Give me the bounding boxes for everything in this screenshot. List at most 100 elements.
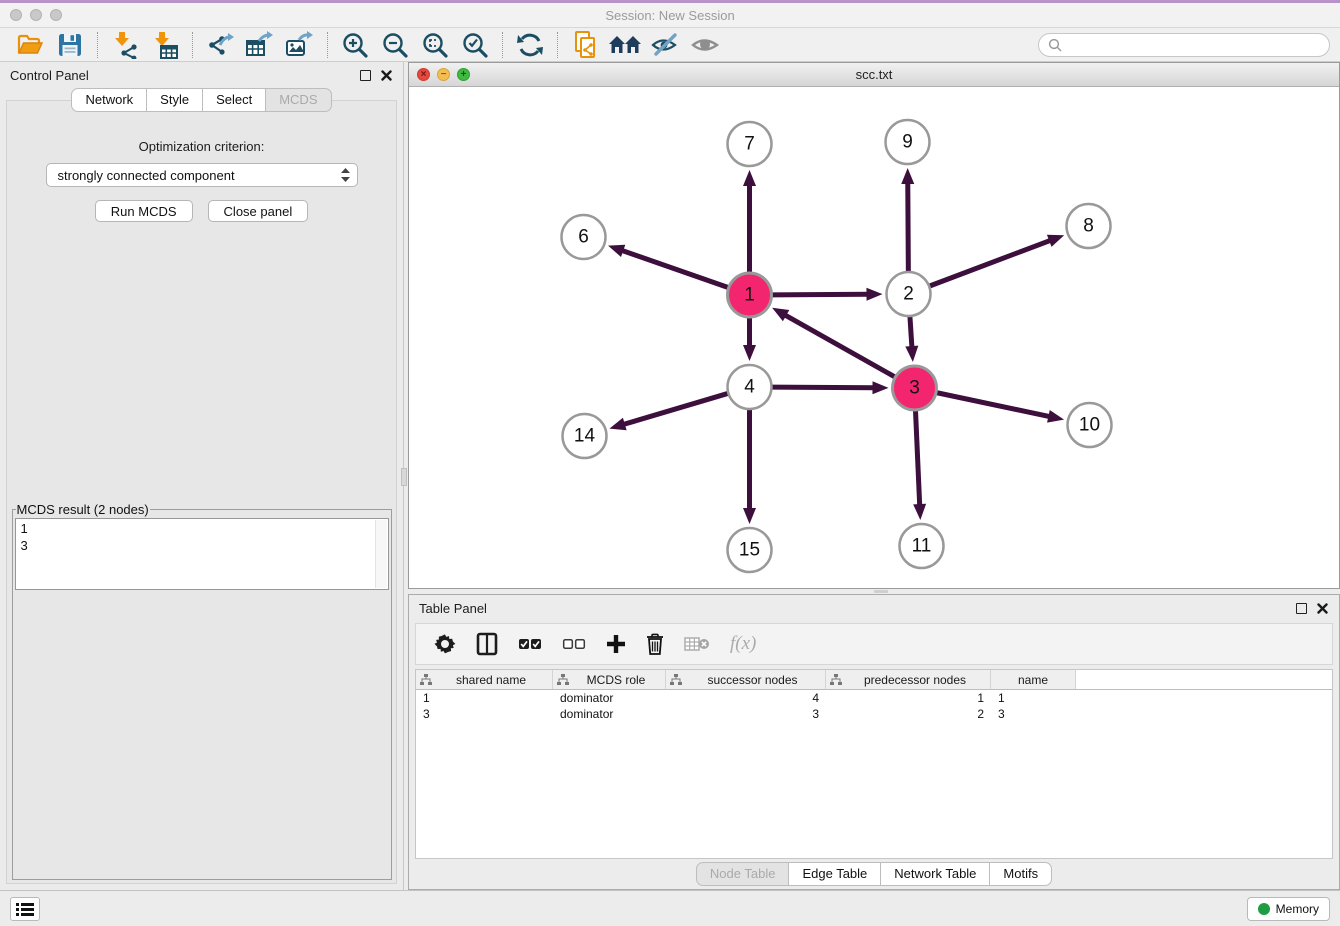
cell-successor-nodes[interactable]: 4 bbox=[666, 691, 826, 705]
table-tab-node-table[interactable]: Node Table bbox=[696, 862, 790, 886]
table-header-row: shared nameMCDS rolesuccessor nodesprede… bbox=[416, 670, 1332, 690]
zoom-in-button[interactable] bbox=[335, 30, 375, 60]
vertical-splitter-handle[interactable] bbox=[401, 468, 407, 486]
graph-edge-2-9[interactable] bbox=[908, 181, 909, 271]
cell-successor-nodes[interactable]: 3 bbox=[666, 707, 826, 721]
deselect-all-columns-button[interactable] bbox=[562, 631, 586, 657]
select-all-columns-button[interactable] bbox=[518, 631, 542, 657]
column-settings-gear-button[interactable] bbox=[434, 631, 456, 657]
column-header-shared-name[interactable]: shared name bbox=[416, 670, 553, 689]
save-session-button[interactable] bbox=[50, 30, 90, 60]
graph-node-label-11: 11 bbox=[912, 536, 932, 557]
column-header-predecessor-nodes[interactable]: predecessor nodes bbox=[826, 670, 991, 689]
zoom-fit-icon bbox=[421, 31, 449, 59]
export-table-button[interactable] bbox=[240, 30, 280, 60]
toolbar-separator bbox=[192, 32, 193, 58]
toolbar-separator bbox=[502, 32, 503, 58]
run-mcds-button[interactable]: Run MCDS bbox=[95, 200, 193, 222]
cell-mcds-role[interactable]: dominator bbox=[553, 707, 666, 721]
graph-edge-3-11[interactable] bbox=[916, 411, 920, 507]
table-tab-edge-table[interactable]: Edge Table bbox=[788, 862, 881, 886]
network-zoom-button[interactable]: + bbox=[457, 68, 470, 81]
graph-edge-2-3[interactable] bbox=[910, 317, 912, 349]
cell-predecessor-nodes[interactable]: 1 bbox=[826, 691, 991, 705]
result-scrollbar[interactable] bbox=[375, 520, 387, 588]
zoom-fit-button[interactable] bbox=[415, 30, 455, 60]
import-table-icon bbox=[151, 31, 179, 59]
show-columns-button[interactable] bbox=[476, 631, 498, 657]
show-graphics-details-button[interactable] bbox=[685, 30, 725, 60]
column-header-successor-nodes[interactable]: successor nodes bbox=[666, 670, 826, 689]
close-table-panel-icon[interactable] bbox=[1315, 601, 1329, 615]
import-table-button[interactable] bbox=[145, 30, 185, 60]
graph-edge-arrowhead bbox=[866, 288, 882, 301]
hide-graphics-details-button[interactable] bbox=[645, 30, 685, 60]
cell-mcds-role[interactable]: dominator bbox=[553, 691, 666, 705]
tab-select[interactable]: Select bbox=[202, 88, 266, 112]
cell-shared-name[interactable]: 3 bbox=[416, 707, 553, 721]
graph-edge-1-2[interactable] bbox=[772, 294, 869, 295]
table-row[interactable]: 1dominator411 bbox=[416, 690, 1332, 706]
cell-name[interactable]: 1 bbox=[991, 691, 1076, 705]
search-input[interactable] bbox=[1067, 37, 1320, 52]
column-header-name[interactable]: name bbox=[991, 670, 1076, 689]
graph-edge-3-10[interactable] bbox=[937, 393, 1051, 417]
table-tab-network-table[interactable]: Network Table bbox=[880, 862, 990, 886]
zoom-out-button[interactable] bbox=[375, 30, 415, 60]
float-panel-icon[interactable] bbox=[360, 70, 371, 81]
graph-node-label-8: 8 bbox=[1083, 216, 1094, 237]
table-row[interactable]: 3dominator323 bbox=[416, 706, 1332, 722]
mcds-result-list[interactable]: 1 3 bbox=[15, 518, 389, 590]
zoom-in-icon bbox=[341, 31, 369, 59]
tab-style[interactable]: Style bbox=[146, 88, 203, 112]
table-tab-motifs[interactable]: Motifs bbox=[989, 862, 1052, 886]
column-header-mcds-role[interactable]: MCDS role bbox=[553, 670, 666, 689]
columns-icon bbox=[476, 632, 498, 656]
add-column-button[interactable] bbox=[606, 631, 626, 657]
duplicate-network-button[interactable] bbox=[565, 30, 605, 60]
network-close-button[interactable]: × bbox=[417, 68, 430, 81]
delete-table-button[interactable] bbox=[684, 631, 710, 657]
table-body: 1dominator4113dominator323 bbox=[416, 690, 1332, 858]
graph-edge-3-1[interactable] bbox=[783, 314, 894, 377]
control-panel-header: Control Panel bbox=[0, 62, 403, 88]
graph-edge-arrowhead bbox=[901, 168, 914, 184]
import-network-button[interactable] bbox=[105, 30, 145, 60]
export-image-button[interactable] bbox=[280, 30, 320, 60]
home-button[interactable] bbox=[605, 30, 645, 60]
open-file-button[interactable] bbox=[10, 30, 50, 60]
toolbar-separator bbox=[557, 32, 558, 58]
gear-icon bbox=[434, 633, 456, 655]
toolbar-separator bbox=[97, 32, 98, 58]
criterion-select[interactable]: strongly connected component bbox=[46, 163, 358, 187]
network-graph[interactable]: 7968124314101511 bbox=[409, 87, 1339, 588]
graph-edge-1-6[interactable] bbox=[620, 250, 727, 288]
memory-button[interactable]: Memory bbox=[1247, 897, 1330, 921]
network-minimize-button[interactable]: − bbox=[437, 68, 450, 81]
application-window: Session: New Session bbox=[0, 0, 1340, 926]
cell-shared-name[interactable]: 1 bbox=[416, 691, 553, 705]
task-history-button[interactable] bbox=[10, 897, 40, 921]
close-panel-button[interactable]: Close panel bbox=[208, 200, 309, 222]
zoom-selected-button[interactable] bbox=[455, 30, 495, 60]
graph-node-label-1: 1 bbox=[744, 285, 755, 306]
tab-network[interactable]: Network bbox=[71, 88, 147, 112]
export-network-button[interactable] bbox=[200, 30, 240, 60]
network-canvas[interactable]: 7968124314101511 bbox=[409, 87, 1339, 588]
float-table-panel-icon[interactable] bbox=[1296, 603, 1307, 614]
refresh-view-button[interactable] bbox=[510, 30, 550, 60]
horizontal-splitter-handle[interactable] bbox=[874, 590, 888, 593]
cell-name[interactable]: 3 bbox=[991, 707, 1076, 721]
graph-edge-arrowhead bbox=[1047, 410, 1064, 423]
graph-edge-4-14[interactable] bbox=[622, 394, 728, 425]
delete-column-button[interactable] bbox=[646, 631, 664, 657]
graph-edge-2-8[interactable] bbox=[930, 240, 1052, 286]
close-panel-icon[interactable] bbox=[379, 68, 393, 82]
control-panel-title: Control Panel bbox=[10, 68, 89, 83]
tab-mcds[interactable]: MCDS bbox=[265, 88, 331, 112]
horizontal-splitter[interactable] bbox=[408, 589, 1340, 594]
mcds-result-title: MCDS result (2 nodes) bbox=[16, 502, 150, 517]
function-builder-button[interactable]: f(x) bbox=[730, 631, 756, 657]
graph-edge-4-3[interactable] bbox=[772, 387, 875, 388]
cell-predecessor-nodes[interactable]: 2 bbox=[826, 707, 991, 721]
